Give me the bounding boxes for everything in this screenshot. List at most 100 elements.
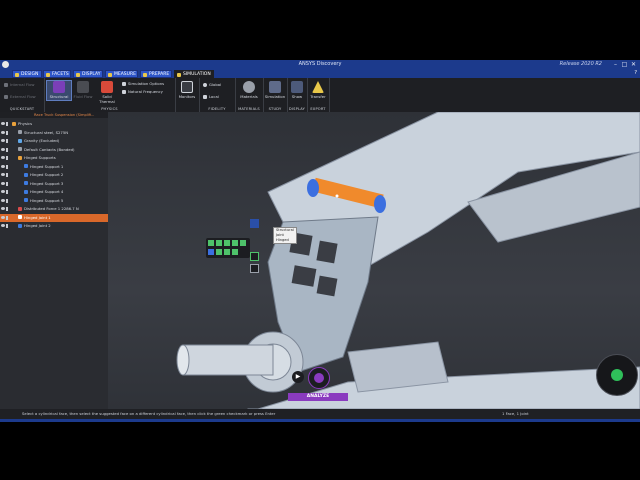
tab-simulation[interactable]: Simulation <box>174 70 214 78</box>
visibility-eye-icon[interactable] <box>1 122 5 125</box>
analyze-gear-icon[interactable] <box>308 367 330 389</box>
tree-item[interactable]: Hinged Support 4 <box>0 188 108 196</box>
tab-display[interactable]: Display <box>73 70 103 78</box>
tool-icon[interactable] <box>232 249 238 255</box>
internal-flow-button[interactable]: Internal Flow <box>4 82 35 87</box>
materials-icon <box>243 81 255 93</box>
previous-stage-icon[interactable]: ▶ <box>292 371 304 383</box>
tree-item[interactable]: Hinged Support 1 <box>0 163 108 171</box>
tree-item-label: Hinged Support 2 <box>30 172 64 177</box>
close-button[interactable]: ✕ <box>629 60 638 69</box>
show-button[interactable]: Show <box>288 81 306 99</box>
select-tool-icon[interactable] <box>250 219 259 228</box>
group-label-fidelity: Fidelity <box>208 107 226 111</box>
tool-icon[interactable] <box>224 240 230 246</box>
tree-item[interactable]: Default Contacts (Bonded) <box>0 146 108 154</box>
tab-facets[interactable]: Facets <box>43 70 71 78</box>
tool-icon[interactable] <box>224 249 230 255</box>
transfer-button[interactable]: Transfer <box>308 81 328 99</box>
tool-icon[interactable] <box>208 240 214 246</box>
visibility-eye-icon[interactable] <box>1 215 5 219</box>
structural-button[interactable]: Structural <box>46 80 72 101</box>
solid-thermal-button[interactable]: Solid Thermal <box>94 81 120 104</box>
dial-center-icon[interactable] <box>611 369 623 381</box>
node-type-icon <box>18 130 22 134</box>
tool-icon[interactable] <box>216 249 222 255</box>
visibility-eye-icon[interactable] <box>1 164 5 168</box>
simulation-options-button[interactable]: Simulation Options <box>122 81 164 86</box>
tree-item[interactable]: Distributed Force 1 2286.7 N <box>0 205 108 213</box>
internal-flow-icon <box>4 83 8 87</box>
tool-icon[interactable] <box>216 240 222 246</box>
tool-icon[interactable] <box>240 240 246 246</box>
tree-item[interactable]: Gravity (Excluded) <box>0 137 108 145</box>
visibility-eye-icon[interactable] <box>1 224 5 227</box>
node-type-icon <box>24 189 28 194</box>
ribbon: Internal Flow External Flow Quickstart S… <box>0 78 640 113</box>
discovery-window: ANSYS Discovery Release 2020 R2 – □ ✕ De… <box>0 60 640 419</box>
natural-frequency-label: Natural Frequency <box>128 89 163 94</box>
joint-tooltip: Structural Joint Hinged <box>273 227 297 244</box>
fluid-flow-button[interactable]: Fluid Flow <box>72 81 94 99</box>
local-label: Local <box>209 94 219 99</box>
tree-item-label: Hinged Support 4 <box>30 189 64 194</box>
tab-measure[interactable]: Measure <box>105 70 138 78</box>
tab-label: Design <box>21 72 39 77</box>
simulation-button[interactable]: Simulation <box>264 81 286 99</box>
node-type-icon <box>24 172 28 177</box>
minimize-button[interactable]: – <box>611 60 620 69</box>
tree-item[interactable]: Hinged Joint 2 <box>0 222 108 230</box>
prepare-icon <box>143 73 147 77</box>
natural-frequency-button[interactable]: Natural Frequency <box>122 89 163 94</box>
external-flow-button[interactable]: External Flow <box>4 94 36 99</box>
visibility-eye-icon[interactable] <box>1 207 5 210</box>
visibility-eye-icon[interactable] <box>1 130 5 134</box>
visibility-eye-icon[interactable] <box>1 139 5 142</box>
local-fidelity-button[interactable]: Local <box>203 94 219 99</box>
view-dial[interactable] <box>596 354 638 396</box>
simulation-icon <box>177 73 181 77</box>
model-name[interactable]: Race Truck Suspension (Simplifi... <box>34 113 94 117</box>
node-type-icon <box>18 206 22 211</box>
expand-bar-icon <box>6 224 8 228</box>
monitors-button[interactable]: Monitors <box>177 81 197 99</box>
ribbon-group-display: Show Display <box>287 78 308 112</box>
solid-thermal-label: Solid Thermal <box>99 94 115 104</box>
ribbon-group-materials: Materials Materials <box>235 78 264 112</box>
visibility-eye-icon[interactable] <box>1 156 5 159</box>
help-icon[interactable]: ? <box>634 70 637 76</box>
cancel-icon[interactable] <box>250 264 259 273</box>
visibility-eye-icon[interactable] <box>1 190 5 193</box>
tooltip-line: Hinged <box>276 238 289 242</box>
ribbon-group-physics: Structural Fluid Flow Solid Thermal Simu… <box>44 78 176 112</box>
group-label-physics: Physics <box>101 107 118 111</box>
visibility-eye-icon[interactable] <box>1 181 5 185</box>
analyze-stage-label[interactable]: ANALYZE <box>288 393 348 401</box>
maximize-button[interactable]: □ <box>620 60 629 69</box>
local-icon <box>203 95 207 99</box>
tree-item[interactable]: Hinged Joint 1 <box>0 213 108 222</box>
tab-prepare[interactable]: Prepare <box>140 70 172 78</box>
tree-item[interactable]: Hinged Support 2 <box>0 171 108 179</box>
tool-icon[interactable] <box>208 249 214 255</box>
tree-item[interactable]: Hinged Support 3 <box>0 180 108 188</box>
natural-frequency-icon <box>122 90 126 94</box>
tree-item[interactable]: Hinged Supports <box>0 154 108 162</box>
visibility-eye-icon[interactable] <box>1 147 5 151</box>
tree-item[interactable]: Hinged Support 5 <box>0 197 108 205</box>
ribbon-group-export: Transfer Export <box>307 78 330 112</box>
tool-icon[interactable] <box>232 240 238 246</box>
visibility-eye-icon[interactable] <box>1 198 5 202</box>
tree-item[interactable]: Structural steel, S275N <box>0 129 108 137</box>
3d-viewport[interactable]: Structural Joint Hinged ▶ ANALYZE <box>108 112 640 409</box>
materials-button[interactable]: Materials <box>237 81 261 99</box>
node-type-icon <box>18 215 22 219</box>
tree-item[interactable]: Physics <box>0 120 108 128</box>
checkmark-icon[interactable] <box>250 252 259 261</box>
tab-design[interactable]: Design <box>12 70 42 78</box>
expand-bar-icon <box>6 173 8 177</box>
status-message: Select a cylindrical face, then select t… <box>22 411 276 416</box>
global-fidelity-button[interactable]: Global <box>203 82 221 87</box>
floating-toolbar <box>206 238 250 258</box>
visibility-eye-icon[interactable] <box>1 173 5 176</box>
